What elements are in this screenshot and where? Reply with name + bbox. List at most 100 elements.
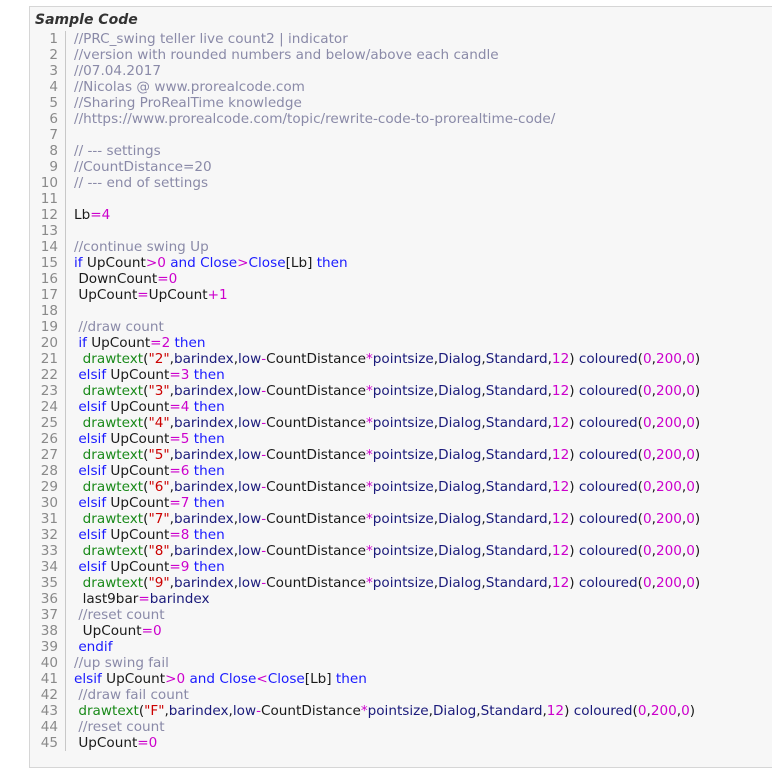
code-token: coloured [578,415,638,431]
code-text: drawtext("F",barindex,low-CountDistance*… [74,703,695,719]
code-token: and [185,671,220,687]
code-token: 200 [650,703,677,719]
code-token: pointsize [367,703,429,719]
code-token: UpCount [74,287,138,303]
code-token: coloured [578,479,638,495]
code-line: 11 [30,191,772,207]
code-token: = [137,287,149,303]
line-number: 1 [49,31,58,47]
code-token: Standard [485,575,548,591]
code-token: CountDistance [266,479,366,495]
code-token: ) [569,447,579,463]
code-text: //reset count [74,719,164,735]
line-number: 17 [40,287,58,303]
code-token: Dialog [438,543,482,559]
code-text: Lb=4 [74,207,110,223]
code-token: and [165,255,201,271]
code-line: 37 //reset count [30,607,772,623]
code-line: 28 elsif UpCount=6 then [30,463,772,479]
code-token: 0 [686,415,695,431]
code-token: 0 [686,351,695,367]
code-token: pointsize [372,351,434,367]
code-token: Dialog [438,575,482,591]
gutter-divider [65,303,66,319]
line-number: 36 [40,591,58,607]
line-number: 43 [40,703,58,719]
code-token: ) [694,383,701,399]
code-token: then [189,367,225,383]
code-text: drawtext("6",barindex,low-CountDistance*… [74,479,701,495]
code-token: 200 [655,447,682,463]
code-line: 2 //version with rounded numbers and belo… [30,47,772,63]
code-token: ) [569,415,579,431]
code-token: > [145,255,158,271]
gutter-divider [65,271,66,287]
line-number: 32 [40,527,58,543]
code-token: UpCount [74,623,142,639]
code-token: ) [694,543,701,559]
code-text: elsif UpCount=3 then [74,367,225,383]
gutter-divider [65,591,66,607]
code-token: UpCount [106,495,170,511]
code-token: Standard [485,351,548,367]
gutter-divider [65,159,66,175]
code-token: UpCount [106,431,170,447]
gutter-divider [65,255,66,271]
code-text: //up swing fail [74,655,169,671]
gutter-divider [65,559,66,575]
code-token: elsif [74,527,107,543]
code-token: CountDistance [266,543,366,559]
code-token: 0 [642,479,652,495]
code-token: CountDistance [266,447,366,463]
code-token: UpCount [148,287,208,303]
code-token: low [238,479,262,495]
code-token: barindex [173,511,234,527]
code-token: then [189,559,225,575]
code-token: Dialog [438,511,482,527]
gutter-divider [65,703,66,719]
code-text: //draw fail count [74,687,189,703]
code-token: 0 [176,671,186,687]
code-token: = [137,735,149,751]
gutter-divider [65,447,66,463]
code-token: CountDistance [261,703,361,719]
code-token: 0 [157,255,166,271]
code-token: ) [569,511,579,527]
code-token: "7" [148,511,170,527]
gutter-divider [65,383,66,399]
code-token: 12 [551,575,570,591]
code-token: < [256,671,268,687]
line-number: 40 [40,655,58,671]
code-token: CountDistance [266,415,366,431]
gutter-divider [65,127,66,143]
code-token: drawtext [74,479,144,495]
code-token: 0 [642,543,652,559]
code-token: 0 [642,447,652,463]
code-listing[interactable]: 1 //PRC_swing teller live count2 | indica… [30,31,772,751]
code-token: //PRC_swing teller live count2 | indicat… [74,31,348,47]
code-token: = [169,399,181,415]
code-line: 24 elsif UpCount=4 then [30,399,772,415]
gutter-divider [65,367,66,383]
code-token: 2 [161,335,171,351]
code-token: drawtext [74,511,144,527]
code-line: 34 elsif UpCount=9 then [30,559,772,575]
code-line: 35 drawtext("9",barindex,low-CountDistan… [30,575,772,591]
code-token: ) [564,703,574,719]
code-line: 42 //draw fail count [30,687,772,703]
code-token: low [232,703,257,719]
code-token: = [90,207,102,223]
code-text: drawtext("3",barindex,low-CountDistance*… [74,383,701,399]
code-token: drawtext [74,383,144,399]
code-text: // --- end of settings [74,175,208,191]
code-token: UpCount [106,463,170,479]
code-token: "F" [144,703,165,719]
code-token: //https://www.prorealcode.com/topic/rewr… [74,111,556,127]
code-token: elsif [74,559,107,575]
code-token: drawtext [74,351,144,367]
code-text: DownCount=0 [74,271,177,287]
code-line: 22 elsif UpCount=3 then [30,367,772,383]
code-text: elsif UpCount=5 then [74,431,224,447]
code-token: pointsize [372,383,434,399]
line-number: 45 [40,735,58,751]
